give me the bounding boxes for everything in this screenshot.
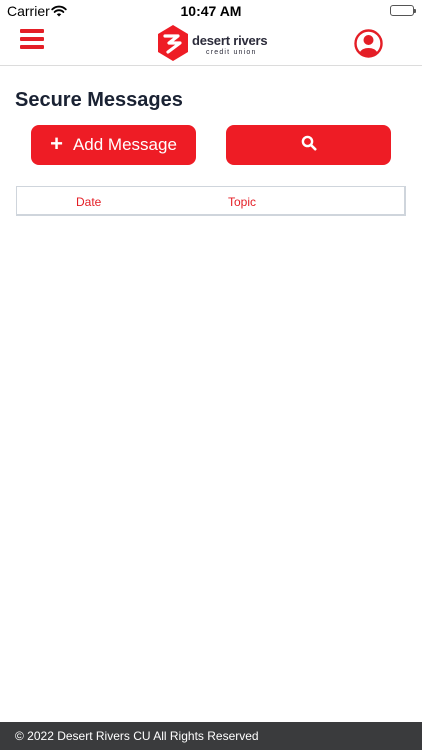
logo-name: desert rivers	[192, 33, 268, 48]
battery-icon	[390, 5, 416, 16]
logo-subtitle: credit union	[206, 49, 257, 56]
search-button[interactable]	[226, 125, 391, 165]
brand-logo[interactable]: desert rivers credit union	[156, 24, 268, 64]
footer: © 2022 Desert Rivers CU All Rights Reser…	[0, 722, 422, 750]
logo-hexagon-icon	[158, 25, 188, 61]
status-time: 10:47 AM	[180, 3, 242, 19]
column-header-topic[interactable]: Topic	[228, 195, 256, 209]
copyright-text: © 2022 Desert Rivers CU All Rights Reser…	[15, 729, 259, 743]
add-message-button[interactable]: + Add Message	[31, 125, 196, 165]
messages-table-header: Date Topic	[16, 186, 406, 216]
column-header-date[interactable]: Date	[76, 195, 101, 209]
search-icon	[301, 135, 316, 150]
add-message-label: Add Message	[72, 135, 177, 154]
status-bar: Carrier 10:47 AM	[0, 0, 422, 22]
plus-icon: +	[50, 130, 63, 156]
user-account-icon[interactable]	[354, 29, 383, 58]
app-header: desert rivers credit union	[0, 22, 422, 66]
page-title: Secure Messages	[15, 89, 183, 111]
hamburger-menu-icon[interactable]	[20, 29, 44, 51]
